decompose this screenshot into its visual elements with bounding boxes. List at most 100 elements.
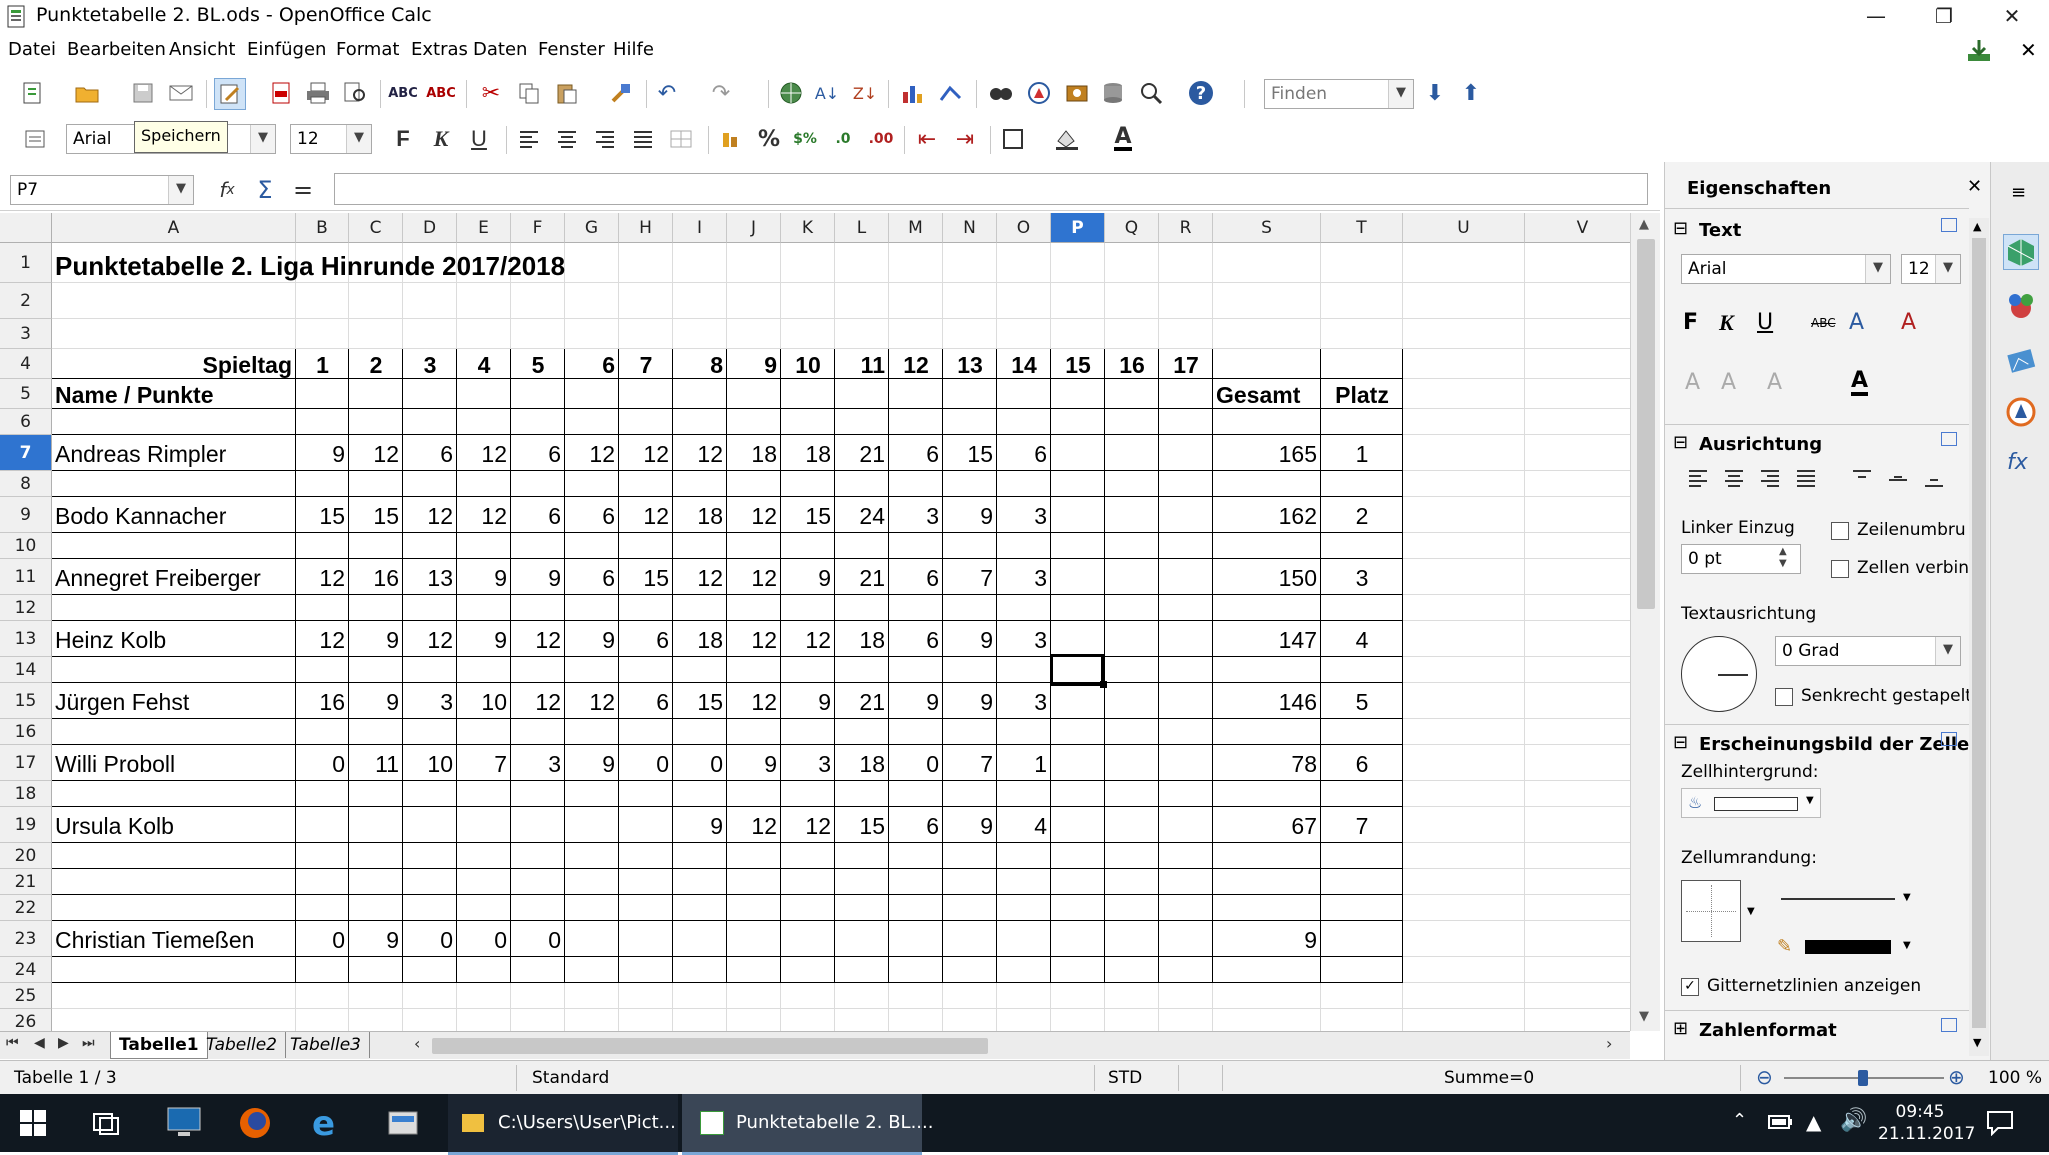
- row-header-5[interactable]: 5: [0, 379, 52, 409]
- player-points-cell[interactable]: 0: [548, 928, 561, 952]
- player-points-cell[interactable]: 6: [1034, 442, 1047, 466]
- row-header-25[interactable]: 25: [0, 983, 52, 1009]
- erscheinung-collapse-icon[interactable]: ⊟: [1673, 732, 1688, 753]
- player-points-cell[interactable]: 12: [643, 504, 669, 528]
- player-points-cell[interactable]: 18: [697, 504, 723, 528]
- player-points-cell[interactable]: 0: [656, 752, 669, 776]
- find-previous-icon[interactable]: ⬆: [1456, 78, 1486, 108]
- deck-properties-icon[interactable]: [2003, 234, 2039, 270]
- sheet-title-cell[interactable]: Punktetabelle 2. Liga Hinrunde 2017/2018: [55, 253, 565, 279]
- restore-button[interactable]: ❐: [1910, 0, 1978, 34]
- email-icon[interactable]: [166, 78, 196, 108]
- row-header-2[interactable]: 2: [0, 283, 52, 319]
- column-header-h[interactable]: H: [619, 213, 673, 243]
- platz-label-cell[interactable]: Platz: [1321, 383, 1403, 407]
- spieltag-3-cell[interactable]: 3: [403, 353, 457, 377]
- player-points-cell[interactable]: 6: [548, 442, 561, 466]
- zoom-icon[interactable]: [1136, 78, 1166, 108]
- player-gesamt-cell[interactable]: 147: [1279, 628, 1317, 652]
- sidebar-menu-icon[interactable]: ≡: [2011, 182, 2026, 203]
- deck-navigator-icon[interactable]: [2005, 396, 2037, 433]
- battery-icon[interactable]: [1768, 1114, 1794, 1135]
- tab-tabelle3[interactable]: Tabelle3: [282, 1032, 370, 1058]
- delete-decimal-icon[interactable]: .00: [866, 124, 896, 154]
- zahlenformat-expand-icon[interactable]: ⊞: [1673, 1018, 1688, 1039]
- player-points-cell[interactable]: 15: [967, 442, 993, 466]
- ausrichtung-collapse-icon[interactable]: ⊟: [1673, 432, 1688, 453]
- sidebar-scroll-up-icon[interactable]: ▲: [1973, 220, 1981, 233]
- player-points-cell[interactable]: 6: [656, 628, 669, 652]
- spieltag-7-cell[interactable]: 7: [619, 353, 673, 377]
- spieltag-5-cell[interactable]: 5: [511, 353, 565, 377]
- row-header-15[interactable]: 15: [0, 683, 52, 719]
- sort-ascending-icon[interactable]: A↓: [812, 78, 842, 108]
- spieltag-1-cell[interactable]: 1: [296, 353, 349, 377]
- undo-icon[interactable]: ↶: [652, 78, 682, 108]
- scroll-up-icon[interactable]: ▲: [1639, 217, 1649, 232]
- player-points-cell[interactable]: 9: [386, 690, 399, 714]
- row-header-13[interactable]: 13: [0, 621, 52, 657]
- spieltag-15-cell[interactable]: 15: [1051, 353, 1105, 377]
- increase-indent-icon[interactable]: ⇥: [950, 124, 980, 154]
- player-points-cell[interactable]: 10: [427, 752, 453, 776]
- column-header-c[interactable]: C: [349, 213, 403, 243]
- player-points-cell[interactable]: 6: [602, 504, 615, 528]
- scroll-down-icon[interactable]: ▼: [1639, 1009, 1649, 1024]
- line-color-dropdown-icon[interactable]: ▼: [1903, 940, 1911, 951]
- volume-icon[interactable]: 🔊: [1840, 1108, 1867, 1133]
- row-header-1[interactable]: 1: [0, 243, 52, 283]
- player-name-cell[interactable]: Bodo Kannacher: [55, 504, 226, 528]
- align-center-icon[interactable]: [552, 124, 582, 154]
- tray-chevron-icon[interactable]: ⌃: [1732, 1110, 1747, 1131]
- cut-icon[interactable]: ✂: [476, 78, 506, 108]
- horizontal-scroll-thumb[interactable]: [432, 1038, 988, 1054]
- zoom-slider-knob[interactable]: [1858, 1070, 1868, 1086]
- paste-icon[interactable]: [552, 78, 582, 108]
- print-icon[interactable]: [303, 78, 333, 108]
- player-points-cell[interactable]: 15: [859, 814, 885, 838]
- player-points-cell[interactable]: 0: [494, 928, 507, 952]
- background-color-icon[interactable]: [1052, 124, 1082, 154]
- menu-fenster[interactable]: Fenster: [538, 39, 605, 60]
- sidebar-align-center-icon[interactable]: [1723, 468, 1745, 493]
- spieltag-4-cell[interactable]: 4: [457, 353, 511, 377]
- zoom-out-icon[interactable]: ⊖: [1756, 1065, 1773, 1089]
- export-pdf-icon[interactable]: [266, 78, 296, 108]
- internet-explorer-icon[interactable]: e: [312, 1104, 335, 1144]
- merge-cells-icon[interactable]: [666, 124, 696, 154]
- clock-date[interactable]: 21.11.2017: [1878, 1124, 1975, 1144]
- control-panel-icon[interactable]: [386, 1106, 420, 1145]
- spieltag-9-cell[interactable]: 9: [764, 353, 777, 377]
- column-header-g[interactable]: G: [565, 213, 619, 243]
- redo-icon[interactable]: ↷: [706, 78, 736, 108]
- taskbar-explorer-item[interactable]: C:\Users\User\Pict...: [448, 1094, 678, 1155]
- line-style-picker[interactable]: ▼: [1777, 884, 1919, 914]
- spieltag-10-cell[interactable]: 10: [781, 353, 835, 377]
- spieltag-11-cell[interactable]: 11: [861, 353, 885, 377]
- menu-extras[interactable]: Extras: [411, 39, 468, 60]
- player-gesamt-cell[interactable]: 146: [1279, 690, 1317, 714]
- player-points-cell[interactable]: 0: [332, 752, 345, 776]
- row-header-23[interactable]: 23: [0, 921, 52, 957]
- sidebar-size-dropdown-icon[interactable]: ▼: [1935, 255, 1960, 283]
- player-points-cell[interactable]: 9: [494, 628, 507, 652]
- player-points-cell[interactable]: 3: [818, 752, 831, 776]
- player-points-cell[interactable]: 3: [440, 690, 453, 714]
- gesamt-label-cell[interactable]: Gesamt: [1216, 383, 1300, 407]
- player-name-cell[interactable]: Jürgen Fehst: [55, 690, 189, 714]
- player-platz-cell[interactable]: 4: [1321, 628, 1403, 652]
- row-header-20[interactable]: 20: [0, 843, 52, 869]
- tab-tabelle2[interactable]: Tabelle2: [198, 1032, 286, 1058]
- sidebar-close-icon[interactable]: ✕: [1967, 176, 1982, 197]
- player-gesamt-cell[interactable]: 162: [1279, 504, 1317, 528]
- player-points-cell[interactable]: 7: [980, 566, 993, 590]
- spreadsheet-grid[interactable]: ABCDEFGHIJKLMNOPQRSTUV 1 2 3 4 5 6 7 8 9 10 11 12 13…: [0, 213, 1630, 1033]
- tab-tabelle1[interactable]: Tabelle1: [110, 1032, 208, 1059]
- add-decimal-icon[interactable]: .0: [828, 124, 858, 154]
- player-points-cell[interactable]: 12: [751, 504, 777, 528]
- find-replace-icon[interactable]: [986, 78, 1016, 108]
- player-points-cell[interactable]: 12: [805, 628, 831, 652]
- align-left-icon[interactable]: [514, 124, 544, 154]
- row-header-10[interactable]: 10: [0, 533, 52, 559]
- task-view-icon[interactable]: [92, 1110, 122, 1141]
